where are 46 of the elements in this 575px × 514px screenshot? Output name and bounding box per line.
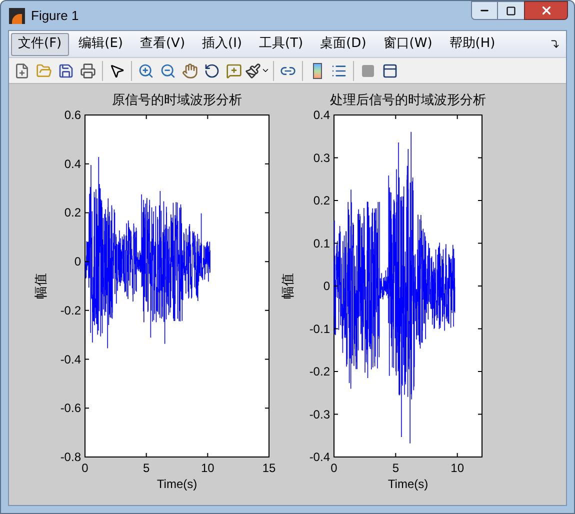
maximize-icon xyxy=(506,6,516,16)
x-tick-label: 0 xyxy=(82,461,88,475)
menu-item[interactable]: 工具(T) xyxy=(252,32,310,56)
y-tick-label: -0.3 xyxy=(309,407,330,422)
minimize-button[interactable] xyxy=(471,1,498,20)
y-tick-label: -0.1 xyxy=(309,322,330,336)
y-tick-label: -0.8 xyxy=(60,450,81,464)
x-tick-label: 5 xyxy=(143,461,150,475)
maximize-button[interactable] xyxy=(498,1,524,20)
y-axis-label: 幅值 xyxy=(34,273,49,299)
chart-title: 处理后信号的时域波形分析 xyxy=(330,93,486,108)
window-title: Figure 1 xyxy=(31,6,79,25)
y-tick-label: -0.2 xyxy=(60,303,81,318)
x-axis-label: Time(s) xyxy=(388,477,428,491)
x-tick-label: 10 xyxy=(450,461,464,475)
menu-item[interactable]: 帮助(H) xyxy=(442,32,502,56)
y-tick-label: -0.4 xyxy=(309,450,330,464)
menu-item[interactable]: 文件(F) xyxy=(11,32,69,56)
y-tick-label: 0.4 xyxy=(64,156,81,171)
app-logo-icon xyxy=(9,8,25,24)
y-tick-label: 0.4 xyxy=(313,108,330,122)
y-tick-label: 0.6 xyxy=(64,108,81,122)
y-tick-label: 0.2 xyxy=(313,194,330,208)
y-tick-label: 0.1 xyxy=(313,236,330,250)
x-tick-label: 0 xyxy=(330,461,338,475)
menu-item[interactable]: 查看(V) xyxy=(132,32,192,56)
y-tick-label: 0.3 xyxy=(313,150,330,165)
y-tick-label: -0.2 xyxy=(309,364,330,378)
close-button[interactable] xyxy=(524,1,568,20)
y-tick-label: 0 xyxy=(74,254,81,269)
menu-item[interactable]: 编辑(E) xyxy=(72,32,130,56)
menu-item[interactable]: 窗口(W) xyxy=(376,32,440,56)
chart-title: 原信号的时域波形分析 xyxy=(112,93,242,108)
x-tick-label: 15 xyxy=(262,461,276,475)
x-tick-label: 5 xyxy=(392,461,399,475)
y-tick-label: -0.4 xyxy=(60,352,81,366)
x-axis-label: Time(s) xyxy=(156,477,198,491)
y-tick-label: -0.6 xyxy=(60,401,81,416)
y-axis-label: 幅值 xyxy=(281,273,296,299)
close-icon xyxy=(540,4,552,17)
y-tick-label: 0.2 xyxy=(64,206,81,220)
y-tick-label: 0 xyxy=(323,279,330,293)
menu-item[interactable]: 插入(I) xyxy=(195,32,250,56)
menu-overflow-icon[interactable] xyxy=(550,39,560,49)
x-tick-label: 10 xyxy=(200,461,214,475)
menu-item[interactable]: 桌面(D) xyxy=(313,32,374,56)
